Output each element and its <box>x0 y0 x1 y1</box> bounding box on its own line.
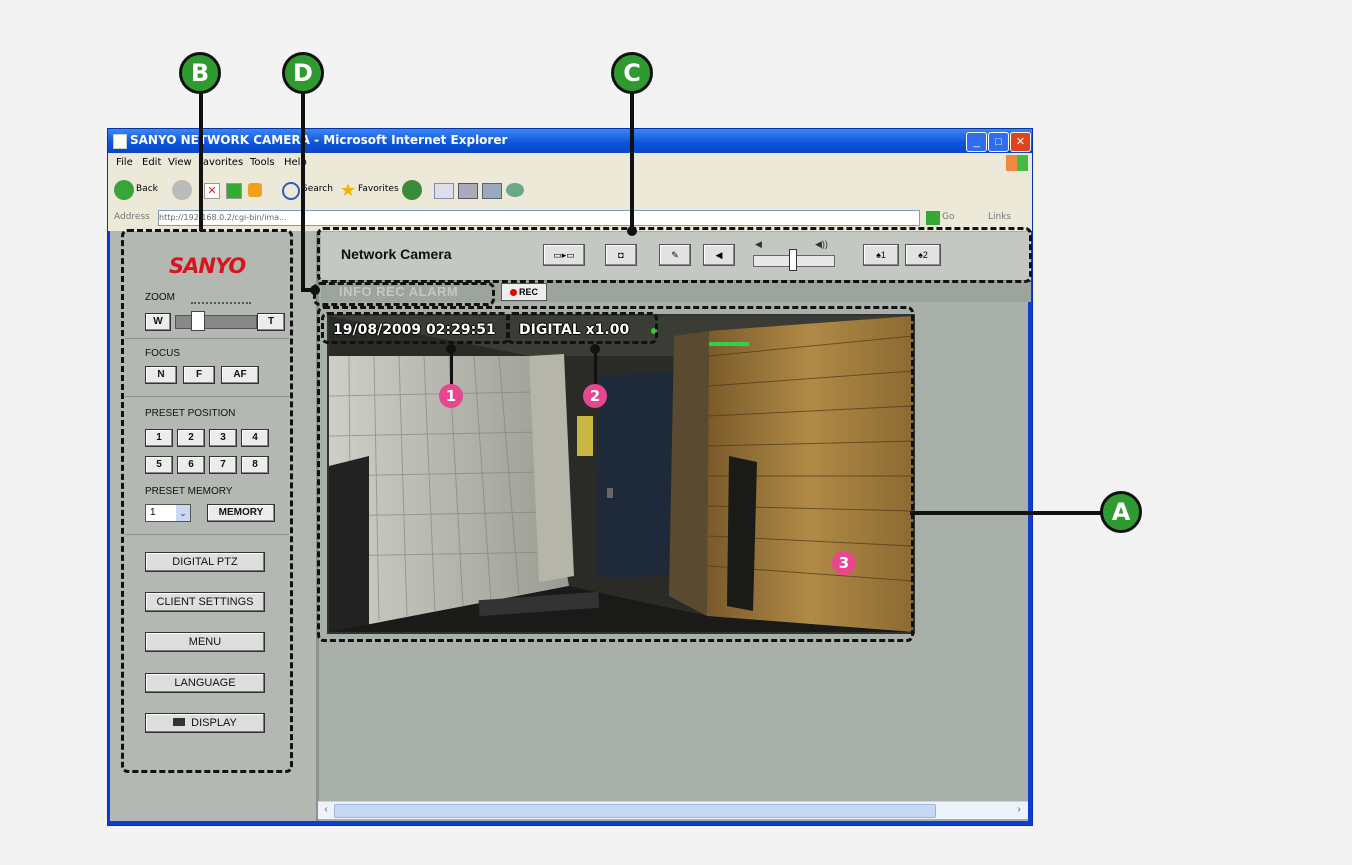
callout-c: C <box>611 52 653 94</box>
go-icon[interactable] <box>926 211 940 225</box>
horizontal-scrollbar[interactable]: ‹ › <box>318 801 1028 819</box>
callout-d-dot <box>310 285 320 295</box>
callout-1: 1 <box>439 384 463 408</box>
menu-file[interactable]: File <box>116 157 133 168</box>
callout-d-line <box>301 88 305 290</box>
callout-b: B <box>179 52 221 94</box>
links-label[interactable]: Links <box>988 212 1011 222</box>
back-label[interactable]: Back <box>136 184 158 194</box>
back-arrow-icon[interactable] <box>114 180 134 200</box>
rec-button[interactable]: REC <box>501 283 547 301</box>
callout-c-dot <box>627 226 637 236</box>
close-button[interactable]: ✕ <box>1010 132 1031 152</box>
title-bar[interactable]: SANYO NETWORK CAMERA - Microsoft Interne… <box>108 129 1032 153</box>
callout-3: 3 <box>832 551 856 575</box>
callout-1-region <box>321 312 510 344</box>
callout-2-region <box>506 312 658 344</box>
callout-d: D <box>282 52 324 94</box>
scroll-right-icon[interactable]: › <box>1012 804 1026 816</box>
maximize-button[interactable]: □ <box>988 132 1009 152</box>
address-label: Address <box>114 212 150 222</box>
address-input[interactable]: http://192.168.0.2/cgi-bin/ima... <box>158 210 920 226</box>
favorites-star-icon[interactable]: ★ <box>340 180 356 201</box>
scroll-left-icon[interactable]: ‹ <box>319 804 333 816</box>
callout-d-region <box>313 282 495 306</box>
callout-1-dot <box>446 344 456 354</box>
messenger-icon[interactable] <box>506 183 524 197</box>
rec-label: REC <box>518 287 538 297</box>
callout-c-region <box>317 227 1032 283</box>
callout-a-line <box>910 511 1110 515</box>
callout-2: 2 <box>583 384 607 408</box>
callout-2-line <box>594 350 597 386</box>
callout-a-region <box>317 306 914 642</box>
callout-b-line <box>199 88 203 231</box>
search-icon[interactable] <box>282 182 300 200</box>
history-icon[interactable] <box>402 180 422 200</box>
callout-2-dot <box>590 344 600 354</box>
callout-b-region <box>121 229 293 773</box>
forward-arrow-icon[interactable] <box>172 180 192 200</box>
edit-icon[interactable] <box>482 183 502 199</box>
menu-edit[interactable]: Edit <box>142 157 161 168</box>
home-icon[interactable] <box>248 183 262 197</box>
print-icon[interactable] <box>458 183 478 199</box>
callout-c-line <box>630 88 634 231</box>
menu-view[interactable]: View <box>168 157 192 168</box>
favorites-label[interactable]: Favorites <box>358 184 399 194</box>
mail-icon[interactable] <box>434 183 454 199</box>
window-title: SANYO NETWORK CAMERA - Microsoft Interne… <box>130 133 508 147</box>
go-label[interactable]: Go <box>942 212 954 222</box>
menu-favorites[interactable]: Favorites <box>198 157 243 168</box>
menu-tools[interactable]: Tools <box>250 157 275 168</box>
refresh-icon[interactable] <box>226 183 242 199</box>
search-label[interactable]: Search <box>302 184 333 194</box>
callout-a: A <box>1100 491 1142 533</box>
stop-icon[interactable]: ✕ <box>204 183 220 199</box>
minimize-button[interactable]: _ <box>966 132 987 152</box>
rec-dot-icon <box>509 289 517 296</box>
scrollbar-thumb[interactable] <box>334 804 936 818</box>
ie-page-icon <box>113 134 127 149</box>
browser-toolbar: Back ✕ Search ★ Favorites <box>108 173 1032 207</box>
callout-1-line <box>450 350 453 386</box>
menu-bar: File Edit View Favorites Tools Help <box>108 153 1032 173</box>
windows-logo-icon <box>1006 155 1028 171</box>
